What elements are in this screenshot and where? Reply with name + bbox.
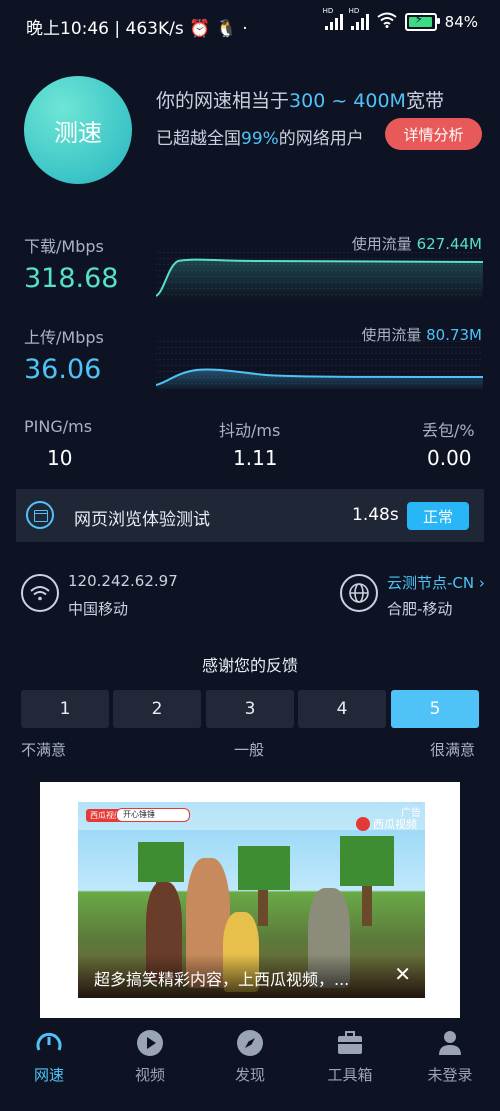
wifi-status-icon xyxy=(377,12,397,32)
packet-loss-value: 0.00 xyxy=(427,446,472,470)
test-node-location: 合肥-移动 xyxy=(387,600,453,618)
ping-value: 10 xyxy=(47,446,73,470)
dot-icon: · xyxy=(242,19,248,39)
speedometer-icon xyxy=(34,1028,64,1058)
start-test-button[interactable]: 测速 xyxy=(24,76,132,184)
battery-icon: ⚡ xyxy=(404,12,440,31)
web-test-status-badge: 正常 xyxy=(407,502,469,530)
status-left: 晚上10:46 | 463K/s ⏰ 🐧 · xyxy=(26,19,248,39)
ranking-text: 已超越全国99%的网络用户 xyxy=(156,129,364,149)
alarm-icon: ⏰ xyxy=(189,19,216,39)
globe-icon[interactable] xyxy=(340,574,378,612)
play-icon xyxy=(135,1028,165,1058)
nav-item-discover[interactable]: 发现 xyxy=(215,1028,285,1085)
rating-button-4[interactable]: 4 xyxy=(298,690,386,728)
detail-analysis-button[interactable]: 详情分析 xyxy=(385,118,482,150)
ad-search-box: 开心锤锤 xyxy=(116,808,190,822)
xigua-logo-icon xyxy=(356,817,370,831)
web-test-time: 1.48s xyxy=(352,505,399,525)
upload-value: 36.06 xyxy=(24,354,102,385)
nav-item-speed[interactable]: 网速 xyxy=(14,1028,84,1085)
rating-button-2[interactable]: 2 xyxy=(113,690,201,728)
download-usage-value: 627.44M xyxy=(416,235,482,253)
nav-item-toolbox[interactable]: 工具箱 xyxy=(315,1028,385,1085)
nav-item-login[interactable]: 未登录 xyxy=(415,1028,485,1085)
qq-icon: 🐧 xyxy=(215,19,237,39)
ranking-percent: 99% xyxy=(241,129,279,149)
ad-caption: 超多搞笑精彩内容，上西瓜视频，... xyxy=(78,954,425,998)
download-value: 318.68 xyxy=(24,263,119,294)
web-test-title: 网页浏览体验测试 xyxy=(74,510,210,530)
bottom-nav: 网速 视频 发现 工具箱 未登录 xyxy=(0,1020,500,1111)
signal-icon: HD xyxy=(323,7,343,30)
browser-icon xyxy=(26,501,54,529)
web-browsing-test-row[interactable]: 网页浏览体验测试 1.48s 正常 xyxy=(16,489,484,542)
download-label: 下载/Mbps xyxy=(24,237,104,256)
jitter-value: 1.11 xyxy=(233,446,278,470)
nav-item-video[interactable]: 视频 xyxy=(115,1028,185,1085)
test-node-selector[interactable]: 云测节点-CN › xyxy=(387,572,485,593)
toolbox-icon xyxy=(335,1028,365,1058)
jitter-label: 抖动/ms xyxy=(219,421,281,440)
status-time: 晚上10:46 xyxy=(26,19,109,39)
rating-caption-high: 很满意 xyxy=(430,741,476,759)
isp-name: 中国移动 xyxy=(68,600,129,618)
chevron-right-icon: › xyxy=(478,574,485,592)
ad-close-icon[interactable]: ✕ xyxy=(394,962,411,986)
upload-speed-chart xyxy=(156,341,483,389)
battery-percent: 84% xyxy=(444,13,478,31)
status-net-speed: 463K/s xyxy=(125,19,184,39)
compass-icon xyxy=(235,1028,265,1058)
ip-address: 120.242.62.97 xyxy=(68,572,178,590)
ad-image[interactable]: 西瓜视频 开心锤锤 广告 西瓜视频 超多搞笑精彩内容，上西瓜视频，... ✕ xyxy=(78,802,425,998)
download-usage: 使用流量 627.44M xyxy=(351,235,482,253)
rating-caption-mid: 一般 xyxy=(234,741,265,759)
status-bar: 晚上10:46 | 463K/s ⏰ 🐧 · HD HD ⚡ 84% xyxy=(0,0,500,52)
signal-icon: HD xyxy=(349,7,369,30)
feedback-title: 感谢您的反馈 xyxy=(201,656,298,675)
ad-logo: 西瓜视频 xyxy=(356,816,417,832)
upload-label: 上传/Mbps xyxy=(24,328,104,347)
download-speed-chart xyxy=(156,252,483,300)
packet-loss-label: 丢包/% xyxy=(422,421,475,440)
bandwidth-range: 300 ~ 400M xyxy=(289,90,406,112)
user-icon xyxy=(435,1028,465,1058)
rating-caption-low: 不满意 xyxy=(21,741,67,759)
ad-banner[interactable]: 西瓜视频 开心锤锤 广告 西瓜视频 超多搞笑精彩内容，上西瓜视频，... ✕ xyxy=(40,782,460,1018)
rating-button-5[interactable]: 5 xyxy=(391,690,479,728)
rating-button-3[interactable]: 3 xyxy=(206,690,294,728)
ping-label: PING/ms xyxy=(24,417,93,436)
rating-button-1[interactable]: 1 xyxy=(21,690,109,728)
status-right: HD HD ⚡ 84% xyxy=(323,7,478,32)
wifi-icon xyxy=(21,574,59,612)
bandwidth-equivalent: 你的网速相当于300 ~ 400M宽带 xyxy=(156,90,444,112)
